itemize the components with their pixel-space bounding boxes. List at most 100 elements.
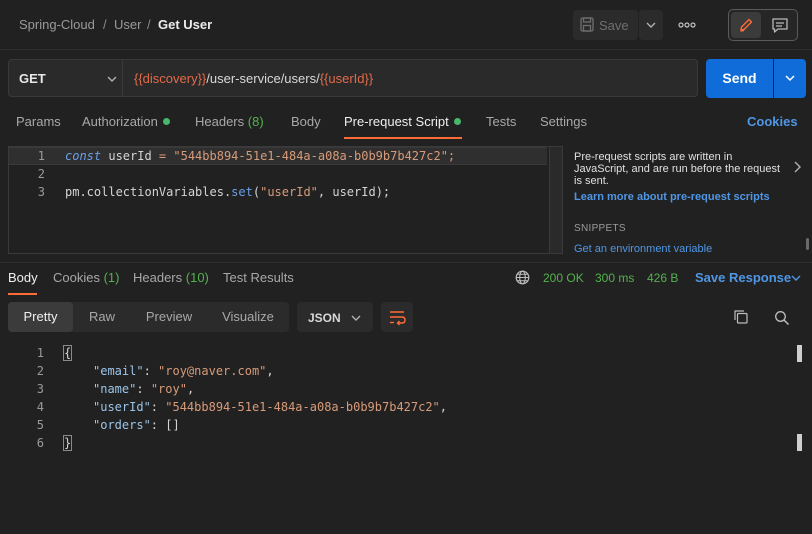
url-input[interactable]: {{discovery}}/user-service/users/{{userI…: [123, 59, 698, 97]
status-dot-icon: [162, 118, 170, 125]
snippets-heading: SNIPPETS: [574, 223, 626, 234]
save-response-button[interactable]: Save Response: [695, 270, 791, 285]
json-key: "email": [93, 364, 144, 378]
view-visualize-button[interactable]: Visualize: [214, 302, 282, 332]
json-value: "544bb894-51e1-484a-a08a-b0b9b7b427c2": [165, 400, 440, 414]
line-number: 3: [36, 382, 44, 396]
view-preview-button[interactable]: Preview: [138, 302, 200, 332]
view-pretty-button[interactable]: Pretty: [8, 302, 73, 332]
edit-mode-button[interactable]: [731, 12, 761, 38]
line-number: 2: [36, 364, 44, 378]
chevron-down-icon[interactable]: [791, 274, 801, 282]
send-dropdown-button[interactable]: [774, 59, 806, 98]
wrap-lines-icon: [390, 311, 406, 326]
active-tab-indicator: [8, 293, 37, 295]
code-object: pm.collectionVariables.: [65, 185, 232, 199]
more-options-button[interactable]: [677, 10, 697, 40]
save-dropdown-button[interactable]: [639, 10, 663, 40]
tab-authorization-label: Authorization: [82, 114, 158, 129]
active-tab-indicator: [344, 137, 462, 139]
url-path: /user-service/users/: [206, 71, 320, 86]
tab-headers-count: (8): [247, 114, 264, 129]
breadcrumb-collection[interactable]: Spring-Cloud: [19, 17, 95, 32]
url-text: {{discovery}}/user-service/users/{{userI…: [134, 71, 373, 86]
pre-request-description: Pre-request scripts are written in JavaS…: [574, 151, 781, 187]
line-number: 2: [37, 167, 45, 181]
code-identifier: userId: [101, 149, 159, 163]
json-key: "userId": [93, 400, 151, 414]
line-number: 4: [36, 400, 44, 414]
method-label: GET: [19, 71, 46, 86]
response-scrollbar-marker[interactable]: [797, 434, 802, 451]
tab-response-cookies[interactable]: Cookies (1): [53, 270, 119, 285]
line-number: 3: [37, 185, 45, 199]
chevron-down-icon: [107, 76, 117, 82]
json-line-orders: "orders": []: [93, 418, 180, 432]
line-number: 5: [36, 418, 44, 432]
tab-pre-request-script[interactable]: Pre-request Script: [344, 114, 461, 129]
search-icon[interactable]: [774, 310, 790, 326]
breadcrumb-request[interactable]: Get User: [158, 17, 212, 32]
tab-authorization[interactable]: Authorization: [82, 114, 170, 129]
method-select[interactable]: GET: [8, 59, 123, 97]
status-dot-icon: [453, 118, 461, 125]
pane-divider[interactable]: [0, 262, 812, 263]
chevron-down-icon: [646, 22, 656, 28]
comment-icon: [772, 18, 788, 33]
code-string: "544bb894-51e1-484a-a08a-b0b9b7b427c2";: [166, 149, 456, 163]
response-scrollbar-marker[interactable]: [797, 345, 802, 362]
snippet-item[interactable]: Get an environment variable: [574, 243, 712, 255]
chevron-right-icon[interactable]: [793, 160, 803, 174]
copy-icon[interactable]: [733, 309, 749, 325]
response-size[interactable]: 426 B: [647, 271, 678, 285]
status-code[interactable]: 200 OK: [543, 271, 584, 285]
pencil-icon: [740, 18, 753, 32]
breadcrumb-separator: /: [103, 17, 107, 32]
json-line-email: "email": "roy@naver.com",: [93, 364, 274, 378]
code-string: "userId": [260, 185, 318, 199]
tab-headers[interactable]: Headers (8): [195, 114, 264, 129]
side-panel-scrollbar[interactable]: [806, 238, 809, 250]
send-button[interactable]: Send: [706, 59, 773, 98]
tab-params[interactable]: Params: [16, 114, 61, 129]
json-value: "roy@naver.com": [158, 364, 267, 378]
tab-response-cookies-label: Cookies: [53, 270, 100, 285]
tab-response-headers[interactable]: Headers (10): [133, 270, 209, 285]
tab-response-headers-count: (10): [185, 270, 209, 285]
documentation-mode-button[interactable]: [766, 12, 794, 38]
response-time[interactable]: 300 ms: [595, 271, 634, 285]
code-rest: , userId);: [317, 185, 391, 199]
code-function: set: [231, 185, 253, 199]
json-value: "roy": [150, 382, 187, 396]
tab-test-results[interactable]: Test Results: [223, 270, 294, 285]
save-button[interactable]: Save: [573, 10, 638, 40]
format-select[interactable]: JSON: [297, 302, 373, 332]
breadcrumb-folder[interactable]: User: [114, 17, 141, 32]
tab-body[interactable]: Body: [291, 114, 321, 129]
globe-icon[interactable]: [515, 270, 530, 285]
tab-tests[interactable]: Tests: [486, 114, 516, 129]
json-open-brace: {: [62, 345, 73, 361]
tab-response-cookies-count: (1): [103, 270, 120, 285]
json-value: []: [165, 418, 180, 432]
tab-response-body[interactable]: Body: [8, 270, 38, 285]
editor-scrollbar[interactable]: [549, 147, 562, 253]
format-select-label: JSON: [308, 311, 341, 325]
json-key: "orders": [93, 418, 151, 432]
tab-headers-label: Headers: [195, 114, 245, 129]
save-button-label: Save: [599, 18, 629, 33]
learn-more-link[interactable]: Learn more about pre-request scripts: [574, 191, 770, 203]
code-line-1: const userId = "544bb894-51e1-484a-a08a-…: [65, 149, 455, 163]
url-variable-userid: {{userId}}: [319, 71, 374, 86]
cookies-link[interactable]: Cookies: [747, 114, 798, 129]
code-keyword: const: [65, 149, 102, 163]
json-line-name: "name": "roy",: [93, 382, 195, 396]
code-line-3: pm.collectionVariables.set("userId", use…: [65, 185, 390, 199]
wrap-lines-button[interactable]: [381, 302, 413, 332]
url-variable-discovery: {{discovery}}: [134, 71, 207, 86]
tab-settings[interactable]: Settings: [540, 114, 587, 129]
line-number: 1: [37, 149, 45, 163]
view-raw-button[interactable]: Raw: [78, 302, 126, 332]
chevron-down-icon: [351, 315, 361, 321]
json-line-userid: "userId": "544bb894-51e1-484a-a08a-b0b9b…: [93, 400, 448, 414]
